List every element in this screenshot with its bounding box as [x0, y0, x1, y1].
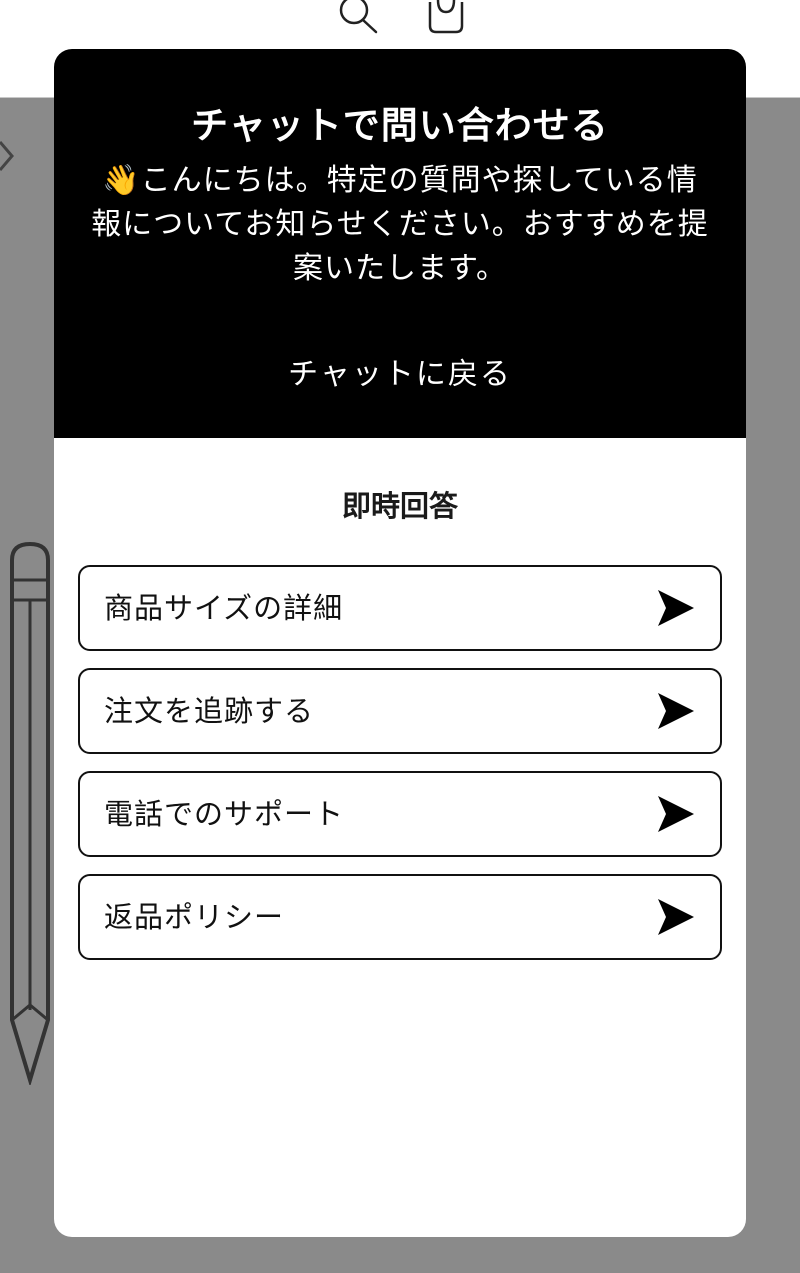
quick-answers-list: 商品サイズの詳細 注文を追跡する 電話でのサポート 返品ポリシー	[78, 565, 722, 977]
send-icon	[658, 590, 694, 626]
chat-title: チャットで問い合わせる	[191, 104, 609, 147]
quick-answers-title: 即時回答	[341, 489, 458, 523]
send-icon	[658, 796, 694, 832]
quick-answer-track-order[interactable]: 注文を追跡する	[78, 668, 722, 754]
back-to-chat-link[interactable]: チャットに戻る	[54, 349, 746, 393]
quick-answer-label: 返品ポリシー	[104, 900, 285, 934]
chat-header: チャットで問い合わせる 👋こんにちは。特定の質問や探している情報についてお知らせ…	[54, 49, 746, 438]
shopping-bag-icon[interactable]	[424, 0, 468, 36]
quick-answer-return-policy[interactable]: 返品ポリシー	[78, 874, 722, 960]
chat-greeting: 👋こんにちは。特定の質問や探している情報についてお知らせください。おすすめを提案…	[91, 163, 709, 286]
quick-answer-phone-support[interactable]: 電話でのサポート	[78, 771, 722, 857]
quick-answer-label: 商品サイズの詳細	[104, 591, 344, 625]
chat-panel: チャットで問い合わせる 👋こんにちは。特定の質問や探している情報についてお知らせ…	[54, 49, 746, 1237]
search-icon[interactable]	[336, 0, 380, 36]
send-icon	[658, 693, 694, 729]
background-pencil-icon	[10, 541, 50, 1085]
background-diamond-icon	[0, 141, 14, 171]
quick-answer-product-size[interactable]: 商品サイズの詳細	[78, 565, 722, 651]
quick-answer-label: 注文を追跡する	[104, 694, 315, 728]
quick-answer-label: 電話でのサポート	[104, 797, 345, 831]
send-icon	[658, 899, 694, 935]
